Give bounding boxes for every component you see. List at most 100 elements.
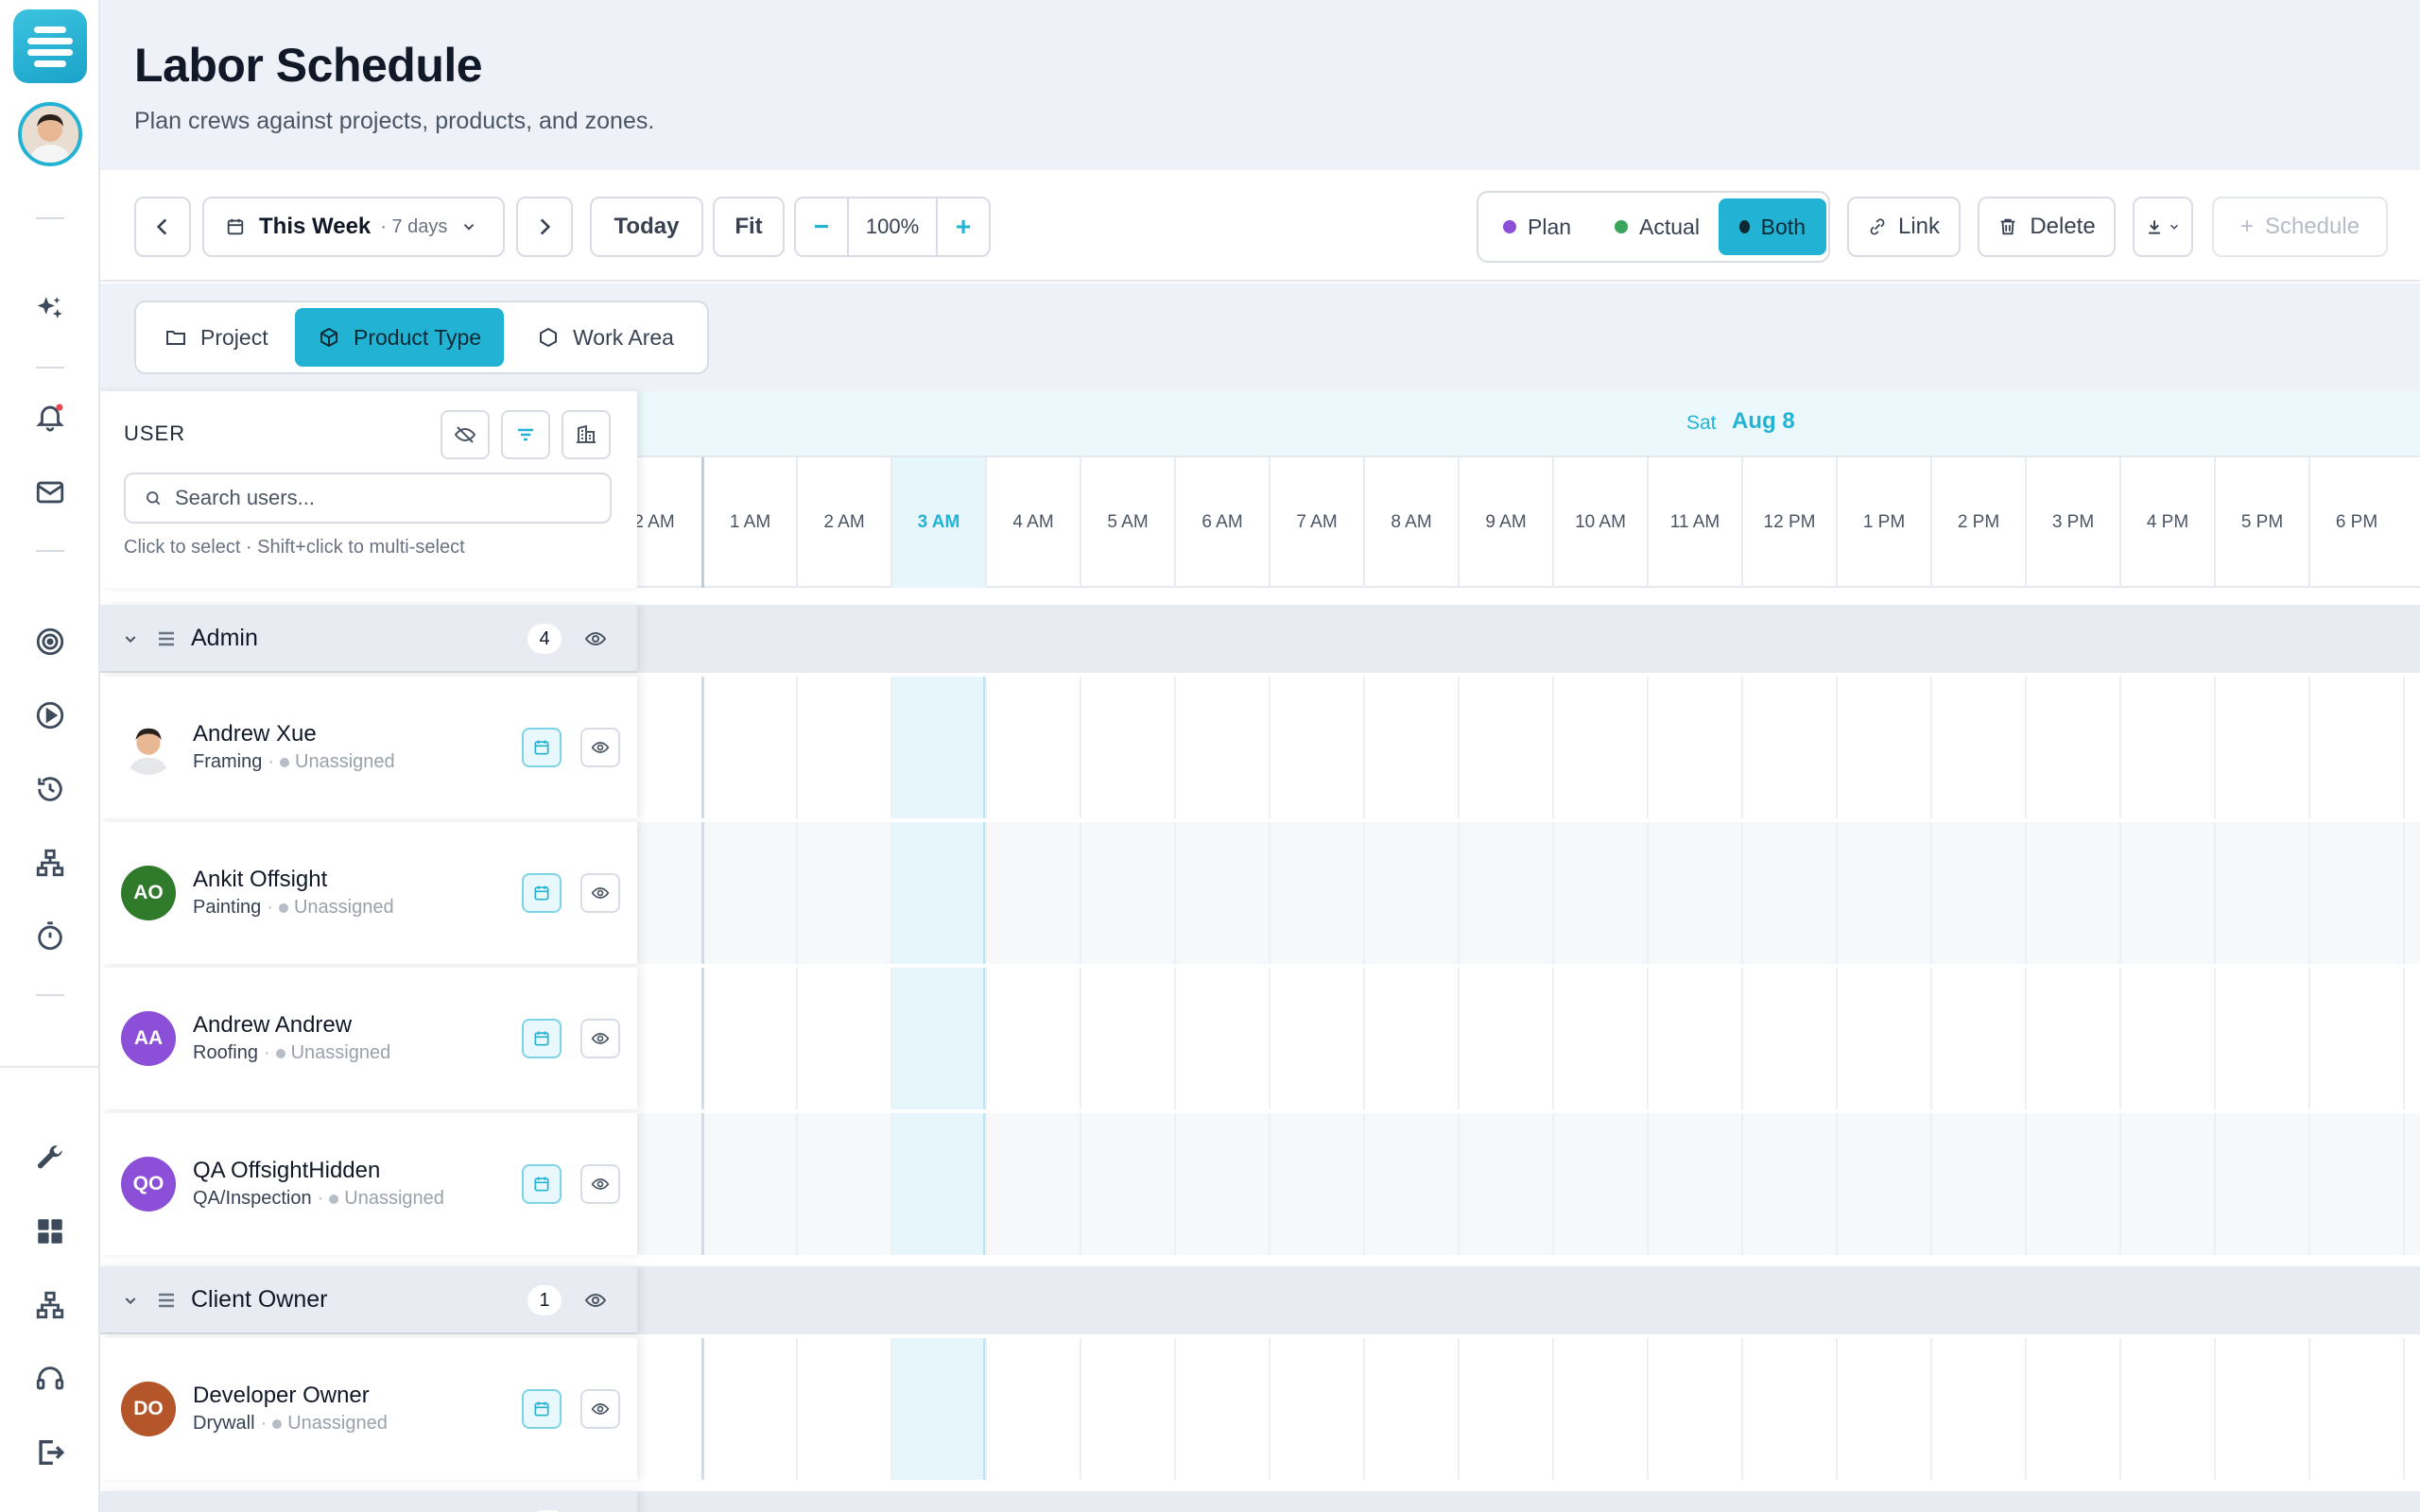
tab-project[interactable]: Project xyxy=(142,308,291,367)
wrench-icon[interactable] xyxy=(28,1136,72,1179)
support-icon[interactable] xyxy=(28,1357,72,1400)
schedule-button[interactable]: + Schedule xyxy=(2212,197,2388,257)
folder-icon xyxy=(166,331,185,345)
drag-handle-icon[interactable] xyxy=(155,1289,178,1312)
current-user-avatar[interactable] xyxy=(18,102,82,166)
bell-icon[interactable] xyxy=(28,395,72,438)
schedule-user-button[interactable] xyxy=(522,873,562,913)
hour-gridline xyxy=(1930,1338,1932,1480)
schedule-user-button[interactable] xyxy=(522,1019,562,1058)
hour-gridline xyxy=(1836,1338,1838,1480)
timeline-cells[interactable] xyxy=(637,677,2420,818)
hour-gridline xyxy=(2214,1338,2216,1480)
zoom-out-button[interactable]: − xyxy=(796,198,849,255)
dashboard-icon[interactable] xyxy=(28,1210,72,1253)
avatar: AA xyxy=(121,1011,176,1066)
sparkles-icon[interactable] xyxy=(28,287,72,331)
chevron-down-icon[interactable] xyxy=(123,1293,138,1308)
hour-gridline xyxy=(1269,1338,1270,1480)
toggle-visibility-button[interactable] xyxy=(580,728,620,767)
group-header[interactable]: Manager 16 xyxy=(100,1491,637,1512)
user-row[interactable]: Andrew Xue Framing · Unassigned xyxy=(100,677,2420,818)
filter-button[interactable] xyxy=(501,410,550,459)
chevron-down-icon[interactable] xyxy=(123,631,138,646)
fit-button[interactable]: Fit xyxy=(713,197,785,257)
tab-work-area[interactable]: Work Area xyxy=(514,308,697,367)
user-row[interactable]: AA Andrew Andrew Roofing · Unassigned xyxy=(100,968,2420,1109)
user-meta: Roofing · Unassigned xyxy=(193,1042,391,1063)
day-name: Sat xyxy=(1686,412,1717,434)
play-icon[interactable] xyxy=(28,694,72,737)
user-search-input[interactable] xyxy=(175,486,572,510)
toggle-visibility-button[interactable] xyxy=(580,1164,620,1204)
schedule-user-button[interactable] xyxy=(522,1389,562,1429)
group-row[interactable]: Client Owner 1 xyxy=(100,1266,2420,1334)
group-header[interactable]: Admin 4 xyxy=(100,605,637,673)
history-icon[interactable] xyxy=(28,767,72,811)
mail-icon[interactable] xyxy=(28,471,72,514)
calendar-icon xyxy=(532,1029,551,1048)
view-actual-option[interactable]: Actual xyxy=(1594,198,1720,255)
user-info[interactable]: DO Developer Owner Drywall · Unassigned xyxy=(100,1338,637,1480)
user-row[interactable]: QO QA OffsightHidden QA/Inspection · Unass… xyxy=(100,1113,2420,1255)
tab-product-type[interactable]: Product Type xyxy=(295,308,505,367)
export-dropdown[interactable] xyxy=(2133,197,2193,257)
view-plan-option[interactable]: Plan xyxy=(1482,198,1592,255)
network-icon[interactable] xyxy=(28,1283,72,1327)
user-name: Andrew Andrew xyxy=(193,1012,353,1038)
timeline-cells[interactable] xyxy=(637,1113,2420,1255)
toggle-visibility-button[interactable] xyxy=(580,1019,620,1058)
timeline-cells[interactable] xyxy=(637,1338,2420,1480)
target-icon[interactable] xyxy=(28,620,72,663)
today-button[interactable]: Today xyxy=(590,197,703,257)
day-header: Sat Aug 8 xyxy=(637,391,2420,457)
hour-gridline xyxy=(2403,822,2405,964)
view-both-option[interactable]: Both xyxy=(1719,198,1826,255)
user-info[interactable]: AO Ankit Offsight Painting · Unassigned xyxy=(100,822,637,964)
eye-icon[interactable] xyxy=(584,1289,607,1312)
timeline-cells[interactable] xyxy=(637,822,2420,964)
hour-label: 3 AM xyxy=(890,457,985,588)
schedule-user-button[interactable] xyxy=(522,1164,562,1204)
drag-handle-icon[interactable] xyxy=(155,627,178,650)
user-info[interactable]: QO QA OffsightHidden QA/Inspection · Unass… xyxy=(100,1113,637,1255)
schedule-user-button[interactable] xyxy=(522,728,562,767)
next-week-button[interactable] xyxy=(516,197,573,257)
hour-gridline xyxy=(1836,677,1838,818)
group-header[interactable]: Client Owner 1 xyxy=(100,1266,637,1334)
user-row[interactable]: DO Developer Owner Drywall · Unassigned xyxy=(100,1338,2420,1480)
hour-gridline xyxy=(1930,677,1932,818)
range-label: This Week xyxy=(259,214,372,239)
prev-week-button[interactable] xyxy=(134,197,191,257)
eye-icon[interactable] xyxy=(584,627,607,650)
timeline-cells[interactable] xyxy=(637,968,2420,1109)
buildings-button[interactable] xyxy=(562,410,611,459)
status-dot-icon xyxy=(272,1418,283,1429)
hour-gridline xyxy=(890,1113,892,1255)
hour-gridline xyxy=(1174,822,1176,964)
toggle-visibility-button[interactable] xyxy=(580,873,620,913)
hour-label: 1 PM xyxy=(1836,457,1930,588)
user-info[interactable]: AA Andrew Andrew Roofing · Unassigned xyxy=(100,968,637,1109)
hour-label: 2 AM xyxy=(796,457,890,588)
user-info[interactable]: Andrew Xue Framing · Unassigned xyxy=(100,677,637,818)
hour-label: 6 AM xyxy=(1174,457,1269,588)
user-panel: USER Click to select · Shift+click to mu… xyxy=(100,391,637,588)
toggle-visibility-button[interactable] xyxy=(580,1389,620,1429)
org-chart-icon[interactable] xyxy=(28,841,72,885)
user-row[interactable]: AO Ankit Offsight Painting · Unassigned xyxy=(100,822,2420,964)
hour-gridline xyxy=(2119,1113,2121,1255)
group-row[interactable]: Manager 16 xyxy=(100,1491,2420,1512)
hide-hidden-button[interactable] xyxy=(441,410,490,459)
hour-gridline xyxy=(2403,968,2405,1109)
zoom-in-button[interactable]: + xyxy=(936,198,989,255)
user-search-box xyxy=(124,472,612,524)
logout-icon[interactable] xyxy=(28,1431,72,1474)
app-logo[interactable] xyxy=(13,9,87,83)
delete-button[interactable]: Delete xyxy=(1978,197,2116,257)
group-row[interactable]: Admin 4 xyxy=(100,605,2420,673)
date-range-picker[interactable]: This Week · 7 days xyxy=(202,197,505,257)
link-button[interactable]: Link xyxy=(1847,197,1961,257)
status-dot-icon xyxy=(280,757,290,767)
stopwatch-icon[interactable] xyxy=(28,915,72,958)
